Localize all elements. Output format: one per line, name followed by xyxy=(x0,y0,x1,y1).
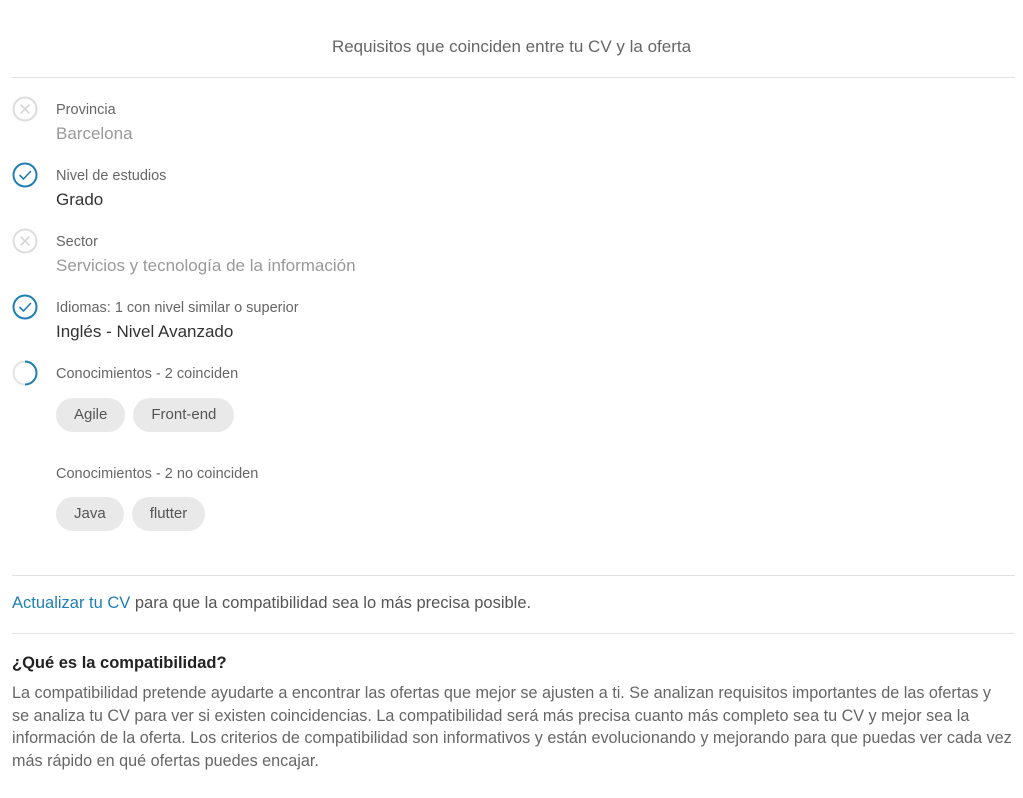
check-circle-icon xyxy=(12,162,38,188)
requirement-value: Servicios y tecnología de la información xyxy=(56,256,356,275)
divider xyxy=(12,633,1015,634)
requirement-label: Idiomas: 1 con nivel similar o superior xyxy=(56,300,299,316)
check-circle-icon xyxy=(12,294,38,320)
skill-tag: Java xyxy=(56,497,124,531)
faq-title: ¿Qué es la compatibilidad? xyxy=(12,654,227,672)
divider xyxy=(12,77,1015,78)
skill-tag: flutter xyxy=(131,497,206,531)
page-title: Requisitos que coinciden entre tu CV y l… xyxy=(331,37,692,56)
update-cv-text: para que la compatibilidad sea lo más pr… xyxy=(130,594,532,612)
partial-circle-icon xyxy=(12,360,38,386)
divider xyxy=(12,575,1015,576)
update-cv-link[interactable]: Actualizar tu CV xyxy=(12,594,130,612)
update-cv-message: Actualizar tu CV para que la compatibili… xyxy=(12,594,531,613)
skill-tag: Front-end xyxy=(133,398,235,432)
compatibility-panel: Requisitos que coinciden entre tu CV y l… xyxy=(0,0,1023,798)
faq-text: La compatibilidad pretende ayudarte a en… xyxy=(12,684,1012,770)
requirement-label: Sector xyxy=(56,234,98,250)
requirement-value: Barcelona xyxy=(56,124,133,143)
skills-matched-label: Conocimientos - 2 coinciden xyxy=(56,366,239,382)
requirement-label: Nivel de estudios xyxy=(56,168,167,184)
requirement-value: Grado xyxy=(56,190,104,209)
x-circle-icon xyxy=(12,96,38,122)
x-circle-icon xyxy=(12,228,38,254)
skills-unmatched-label: Conocimientos - 2 no coinciden xyxy=(56,466,259,482)
skills-matched-tags: Agile Front-end xyxy=(56,398,235,432)
skill-tag: Agile xyxy=(56,398,126,432)
skills-unmatched-tags: Java flutter xyxy=(56,497,206,531)
requirement-value: Inglés - Nivel Avanzado xyxy=(56,322,234,341)
requirement-label: Provincia xyxy=(56,102,116,118)
